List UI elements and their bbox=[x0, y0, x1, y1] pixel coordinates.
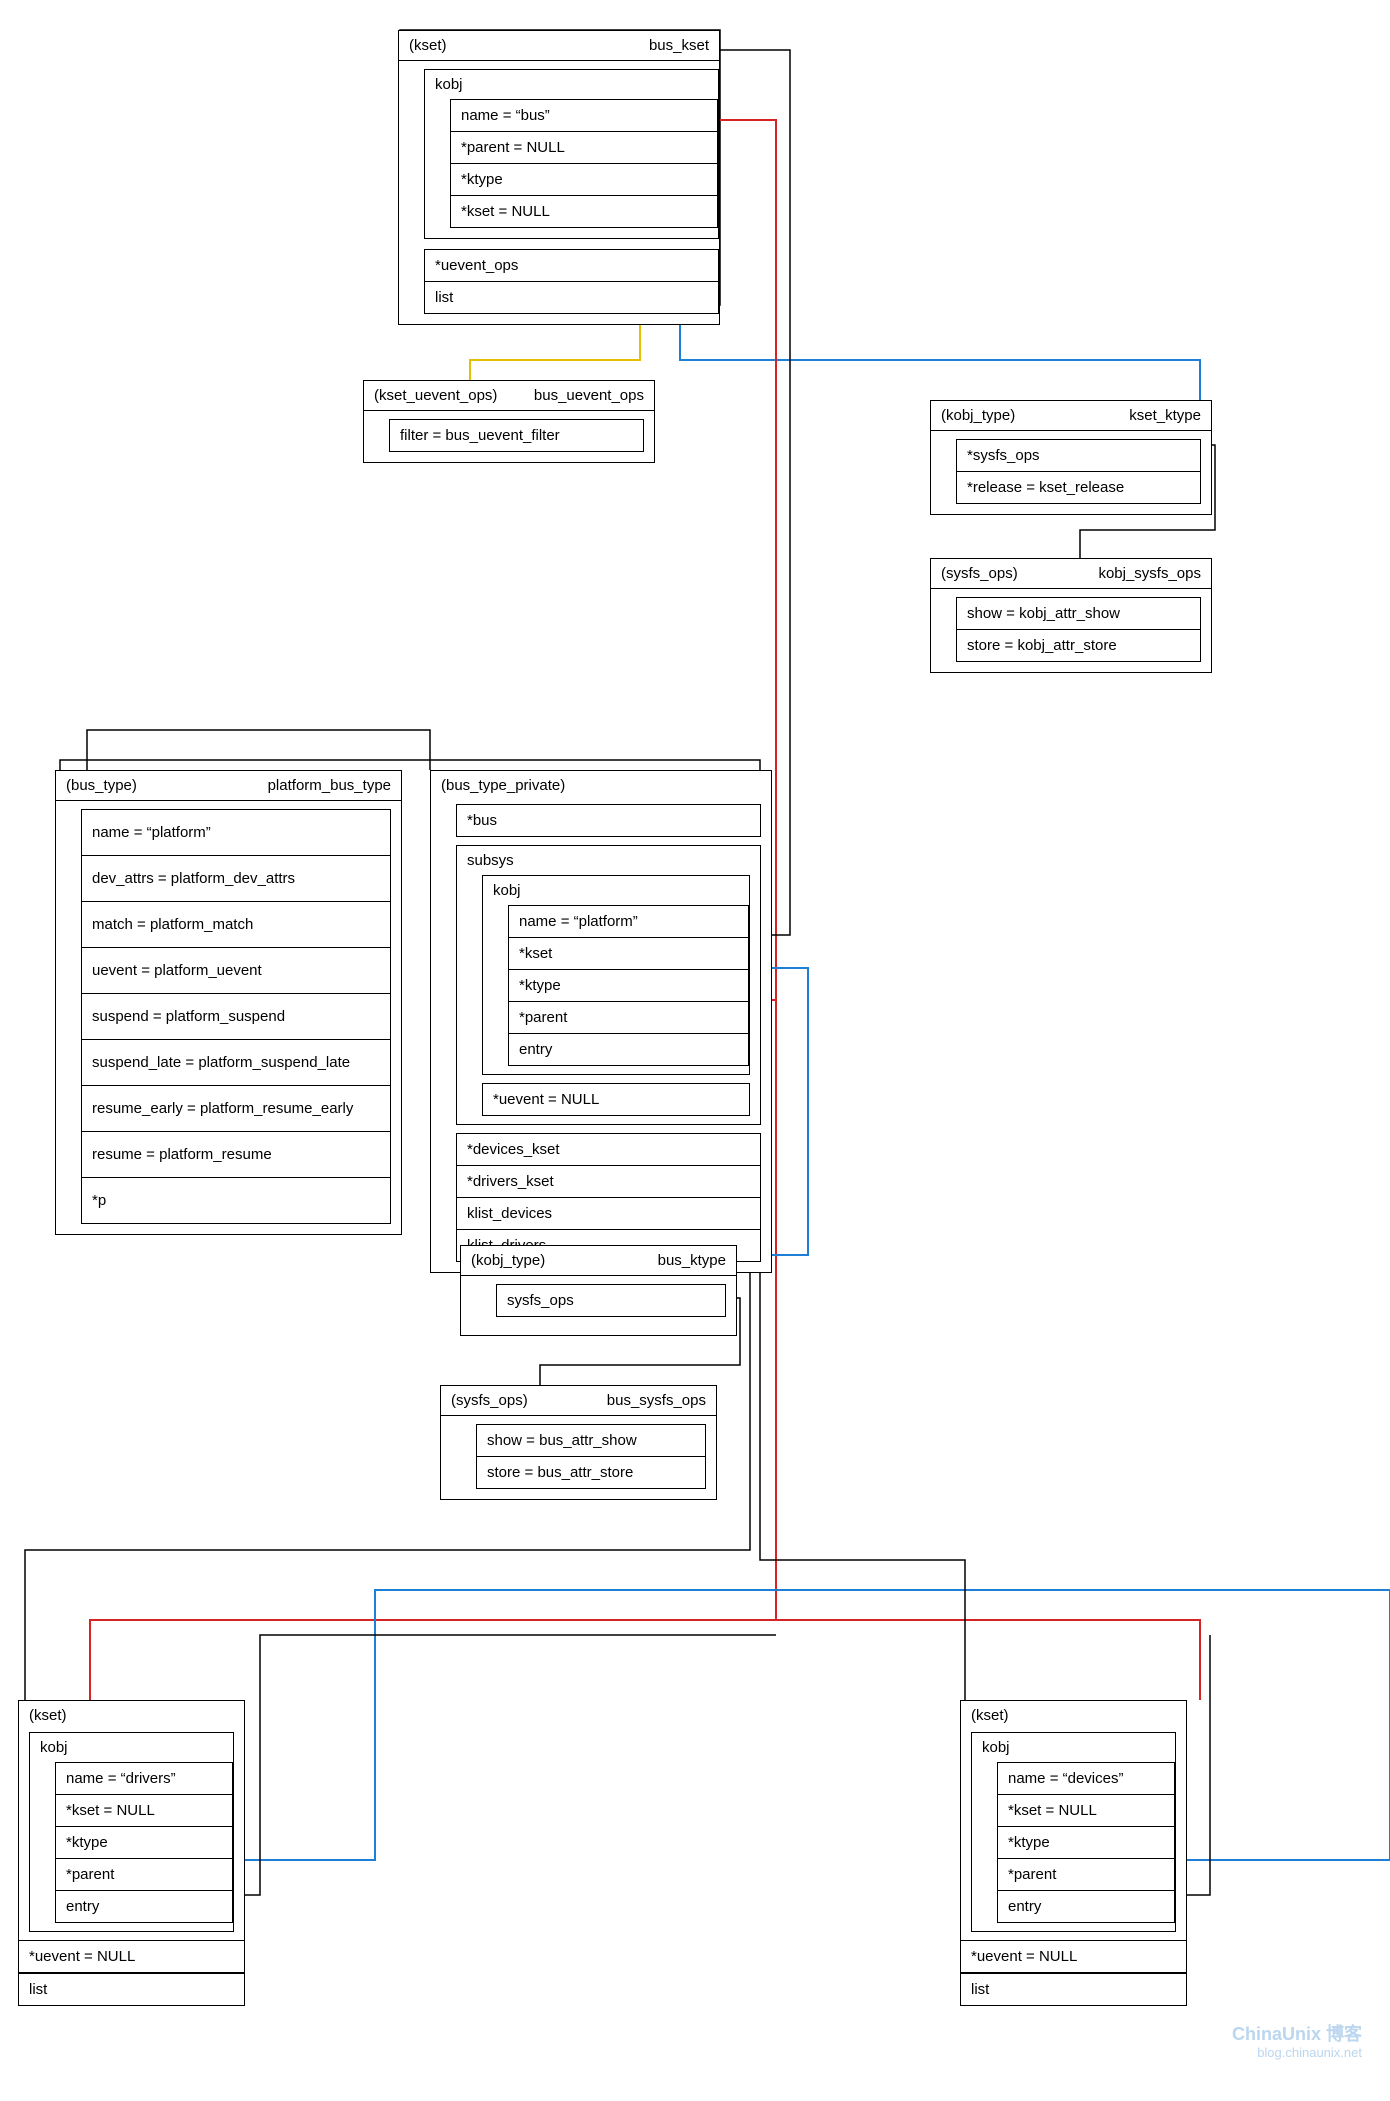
kset-ktype-type: (kobj_type) bbox=[941, 407, 1015, 424]
platform-bus-type-field: *p bbox=[82, 1178, 390, 1223]
devices-kset-box: (kset) kobj name = “devices” *kset = NUL… bbox=[960, 1700, 1187, 2006]
bus-kset-kobj-field: name = “bus” bbox=[451, 100, 717, 132]
drivers-kset-type: (kset) bbox=[29, 1707, 67, 1724]
devices-kset-kobj-field: entry bbox=[998, 1891, 1174, 1922]
platform-bus-type-field: uevent = platform_uevent bbox=[82, 948, 390, 994]
bus-ktype-field: sysfs_ops bbox=[497, 1285, 725, 1316]
bus-kset-box: (kset) bus_kset kobj name = “bus” *parent… bbox=[398, 30, 720, 325]
kset-ktype-box: (kobj_type) kset_ktype *sysfs_ops *releas… bbox=[930, 400, 1212, 515]
bus-type-private-subsys-tail: *uevent = NULL bbox=[483, 1084, 749, 1115]
bus-kset-kobj-field: *kset = NULL bbox=[451, 196, 717, 227]
platform-bus-type-field: resume_early = platform_resume_early bbox=[82, 1086, 390, 1132]
bus-type-private-type: (bus_type_private) bbox=[441, 777, 565, 794]
bus-ktype-type: (kobj_type) bbox=[471, 1252, 545, 1269]
platform-bus-type-field: suspend = platform_suspend bbox=[82, 994, 390, 1040]
bus-type-private-kobj-field: entry bbox=[509, 1034, 748, 1065]
kset-ktype-field: *sysfs_ops bbox=[957, 440, 1200, 472]
bus-uevent-ops-box: (kset_uevent_ops) bus_uevent_ops filter =… bbox=[363, 380, 655, 463]
drivers-kset-tail: list bbox=[19, 1973, 244, 2005]
devices-kset-tail: *uevent = NULL bbox=[961, 1941, 1186, 1973]
bus-type-private-tail: *devices_kset bbox=[457, 1134, 760, 1166]
kset-ktype-name: kset_ktype bbox=[1129, 407, 1201, 424]
bus-type-private-kobj-field: *parent bbox=[509, 1002, 748, 1034]
devices-kset-kobj-field: *ktype bbox=[998, 1827, 1174, 1859]
bus-kset-kobj-field: *ktype bbox=[451, 164, 717, 196]
devices-kset-tail: list bbox=[961, 1973, 1186, 2005]
watermark-line2: blog.chinaunix.net bbox=[1232, 2045, 1362, 2061]
platform-bus-type-field: name = “platform” bbox=[82, 810, 390, 856]
watermark-line1: ChinaUnix 博客 bbox=[1232, 2024, 1362, 2046]
bus-type-private-bus: *bus bbox=[457, 805, 760, 836]
devices-kset-kobj-label: kobj bbox=[972, 1733, 1175, 1762]
drivers-kset-box: (kset) kobj name = “drivers” *kset = NUL… bbox=[18, 1700, 245, 2006]
bus-type-private-kobj-field: *ktype bbox=[509, 970, 748, 1002]
bus-kset-kobj-field: *parent = NULL bbox=[451, 132, 717, 164]
platform-bus-type-field: suspend_late = platform_suspend_late bbox=[82, 1040, 390, 1086]
watermark: ChinaUnix 博客 blog.chinaunix.net bbox=[1232, 2024, 1362, 2061]
drivers-kset-kobj-label: kobj bbox=[30, 1733, 233, 1762]
platform-bus-type-field: resume = platform_resume bbox=[82, 1132, 390, 1178]
bus-sysfs-ops-field: store = bus_attr_store bbox=[477, 1457, 705, 1488]
bus-type-private-tail: klist_devices bbox=[457, 1198, 760, 1230]
kobj-sysfs-ops-field: store = kobj_attr_store bbox=[957, 630, 1200, 661]
bus-kset-tail: *uevent_ops bbox=[425, 250, 718, 282]
drivers-kset-kobj-field: *ktype bbox=[56, 1827, 232, 1859]
devices-kset-kobj-field: *parent bbox=[998, 1859, 1174, 1891]
platform-bus-type-box: (bus_type) platform_bus_type name = “plat… bbox=[55, 770, 402, 1235]
bus-kset-type: (kset) bbox=[409, 37, 447, 54]
kobj-sysfs-ops-field: show = kobj_attr_show bbox=[957, 598, 1200, 630]
bus-type-private-box: (bus_type_private) *bus subsys kobj name… bbox=[430, 770, 772, 1273]
devices-kset-type: (kset) bbox=[971, 1707, 1009, 1724]
kobj-sysfs-ops-type: (sysfs_ops) bbox=[941, 565, 1018, 582]
bus-type-private-kobj-field: *kset bbox=[509, 938, 748, 970]
bus-uevent-ops-field: filter = bus_uevent_filter bbox=[390, 420, 643, 451]
bus-type-private-subsys-label: subsys bbox=[457, 846, 760, 875]
bus-sysfs-ops-type: (sysfs_ops) bbox=[451, 1392, 528, 1409]
devices-kset-kobj-field: name = “devices” bbox=[998, 1763, 1174, 1795]
devices-kset-kobj-field: *kset = NULL bbox=[998, 1795, 1174, 1827]
bus-sysfs-ops-name: bus_sysfs_ops bbox=[607, 1392, 706, 1409]
bus-kset-name: bus_kset bbox=[649, 37, 709, 54]
bus-kset-tail: list bbox=[425, 282, 718, 313]
kobj-sysfs-ops-box: (sysfs_ops) kobj_sysfs_ops show = kobj_at… bbox=[930, 558, 1212, 673]
drivers-kset-kobj-field: entry bbox=[56, 1891, 232, 1922]
platform-bus-type-field: dev_attrs = platform_dev_attrs bbox=[82, 856, 390, 902]
drivers-kset-tail: *uevent = NULL bbox=[19, 1941, 244, 1973]
platform-bus-type-field: match = platform_match bbox=[82, 902, 390, 948]
bus-sysfs-ops-field: show = bus_attr_show bbox=[477, 1425, 705, 1457]
kobj-sysfs-ops-name: kobj_sysfs_ops bbox=[1098, 565, 1201, 582]
drivers-kset-kobj-field: *kset = NULL bbox=[56, 1795, 232, 1827]
bus-type-private-kobj-label: kobj bbox=[483, 876, 749, 905]
bus-ktype-box: (kobj_type) bus_ktype sysfs_ops bbox=[460, 1245, 737, 1336]
bus-kset-kobj-label: kobj bbox=[425, 70, 718, 99]
platform-bus-type-type: (bus_type) bbox=[66, 777, 137, 794]
drivers-kset-kobj-field: *parent bbox=[56, 1859, 232, 1891]
kset-ktype-field: *release = kset_release bbox=[957, 472, 1200, 503]
platform-bus-type-name: platform_bus_type bbox=[268, 777, 391, 794]
bus-uevent-ops-type: (kset_uevent_ops) bbox=[374, 387, 497, 404]
bus-sysfs-ops-box: (sysfs_ops) bus_sysfs_ops show = bus_attr… bbox=[440, 1385, 717, 1500]
drivers-kset-kobj-field: name = “drivers” bbox=[56, 1763, 232, 1795]
bus-ktype-name: bus_ktype bbox=[658, 1252, 726, 1269]
bus-uevent-ops-name: bus_uevent_ops bbox=[534, 387, 644, 404]
bus-type-private-kobj-field: name = “platform” bbox=[509, 906, 748, 938]
bus-type-private-tail: *drivers_kset bbox=[457, 1166, 760, 1198]
